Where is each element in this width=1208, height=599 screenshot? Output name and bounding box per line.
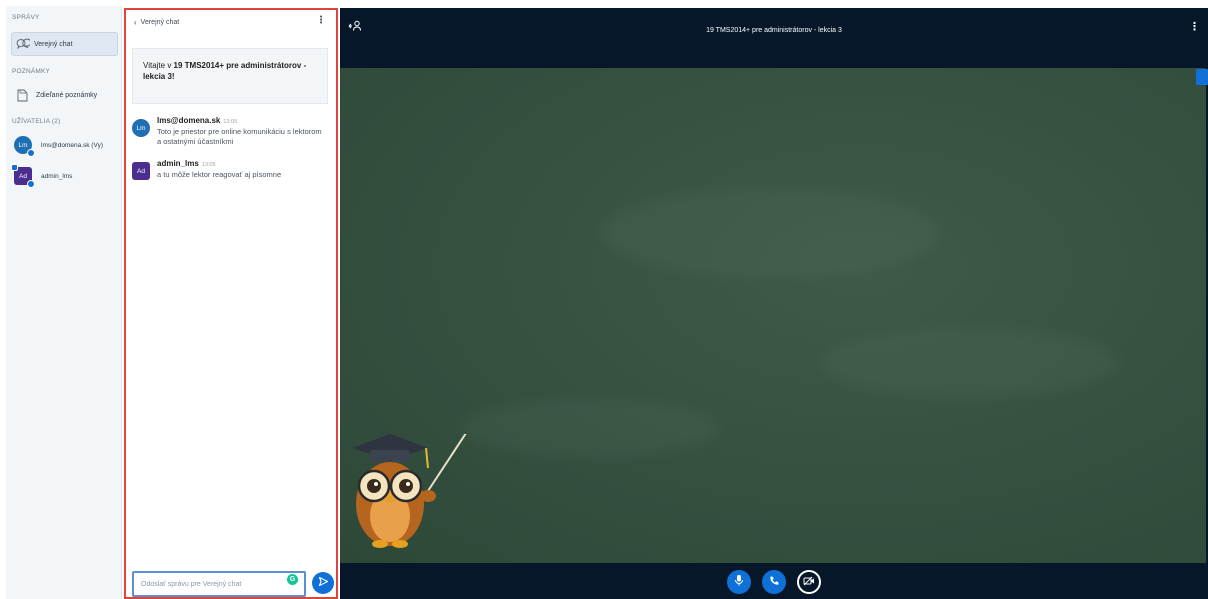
public-chat-panel: ‹ Verejný chat ⋮ Vitajte v 19 TMS2014+ p… bbox=[124, 8, 338, 599]
welcome-message: Vitajte v 19 TMS2014+ pre administrátoro… bbox=[132, 48, 328, 104]
share-camera-button[interactable] bbox=[797, 570, 821, 594]
chevron-left-icon[interactable]: ‹ bbox=[134, 18, 137, 27]
message-author: lms@domena.sk bbox=[157, 116, 221, 125]
avatar: Ad bbox=[11, 164, 35, 188]
owl-teacher-illustration bbox=[352, 434, 467, 548]
users-toggle-icon[interactable] bbox=[348, 20, 362, 34]
kebab-icon[interactable]: ⋮ bbox=[316, 15, 326, 26]
message-author: admin_lms bbox=[157, 159, 199, 168]
message-time: 13:05 bbox=[201, 162, 216, 168]
public-chat-label: Verejný chat bbox=[34, 40, 73, 48]
nav-bar: 19 TMS2014+ pre administrátorov - lekcia… bbox=[340, 8, 1208, 52]
avatar-initials: Ad bbox=[137, 167, 145, 175]
message-text: a tu môže lektor reagovať aj písomne bbox=[157, 170, 282, 179]
user-name: admin_lms bbox=[41, 172, 73, 180]
session-title: 19 TMS2014+ pre administrátorov - lekcia… bbox=[706, 26, 842, 34]
sidebar-item-public-chat[interactable]: Verejný chat bbox=[11, 32, 118, 56]
chat-message: Lm lms@domena.sk 13:05 Toto je priestor p… bbox=[132, 116, 322, 147]
avatar-initials: Lm bbox=[18, 141, 28, 149]
avatar: Ad bbox=[132, 162, 150, 180]
messages-heading: SPRÁVY bbox=[12, 14, 40, 21]
chat-header: ‹ Verejný chat ⋮ bbox=[126, 10, 336, 34]
speech-bubbles-icon bbox=[12, 38, 34, 50]
voice-status-icon bbox=[27, 149, 35, 157]
phone-icon bbox=[769, 573, 780, 591]
voice-status-icon bbox=[27, 180, 35, 188]
user-list-panel: SPRÁVY Verejný chat POZNÁMKY Zdieľané po… bbox=[6, 6, 122, 599]
chat-input-placeholder: Odoslať správu pre Verejný chat bbox=[141, 580, 242, 588]
avatar-initials: Ad bbox=[19, 172, 27, 180]
avatar-initials: Lm bbox=[136, 124, 146, 132]
user-name: lms@domena.sk (Vy) bbox=[41, 141, 103, 149]
presentation-area: 19 TMS2014+ pre administrátorov - lekcia… bbox=[340, 8, 1208, 599]
welcome-prefix: Vitajte v bbox=[143, 61, 174, 70]
send-arrow-icon bbox=[318, 574, 329, 592]
slide-toggle-button[interactable] bbox=[1196, 69, 1208, 85]
welcome-suffix: ! bbox=[171, 72, 175, 81]
send-message-button[interactable] bbox=[312, 572, 334, 594]
video-camera-icon bbox=[803, 573, 815, 591]
notes-heading: POZNÁMKY bbox=[12, 68, 51, 75]
users-heading: UŽÍVATELIA (2) bbox=[12, 118, 61, 125]
avatar: Lm bbox=[132, 119, 150, 137]
grammarly-icon[interactable]: G bbox=[287, 574, 298, 585]
avatar: Lm bbox=[14, 136, 35, 157]
shared-notes-label: Zdieľané poznámky bbox=[36, 91, 98, 99]
message-text: Toto je priestor pre online komunikáciu … bbox=[157, 127, 322, 146]
sidebar-item-shared-notes[interactable]: Zdieľané poznámky bbox=[11, 83, 118, 107]
kebab-icon[interactable]: ⋮ bbox=[1189, 20, 1200, 33]
microphone-button[interactable] bbox=[727, 570, 751, 594]
user-list-item[interactable]: Lm lms@domena.sk (Vy) bbox=[14, 136, 103, 157]
chat-title[interactable]: Verejný chat bbox=[141, 19, 180, 26]
user-list-item[interactable]: Ad admin_lms bbox=[11, 164, 73, 188]
chat-message-input[interactable]: Odoslať správu pre Verejný chat G bbox=[132, 571, 306, 597]
document-icon bbox=[11, 89, 33, 102]
message-time: 13:05 bbox=[223, 119, 238, 125]
action-bar bbox=[340, 565, 1208, 599]
microphone-icon bbox=[734, 573, 744, 591]
presenter-badge-icon bbox=[11, 164, 18, 171]
chat-message: Ad admin_lms 13:05 a tu môže lektor reago… bbox=[132, 159, 281, 180]
leave-audio-button[interactable] bbox=[762, 570, 786, 594]
